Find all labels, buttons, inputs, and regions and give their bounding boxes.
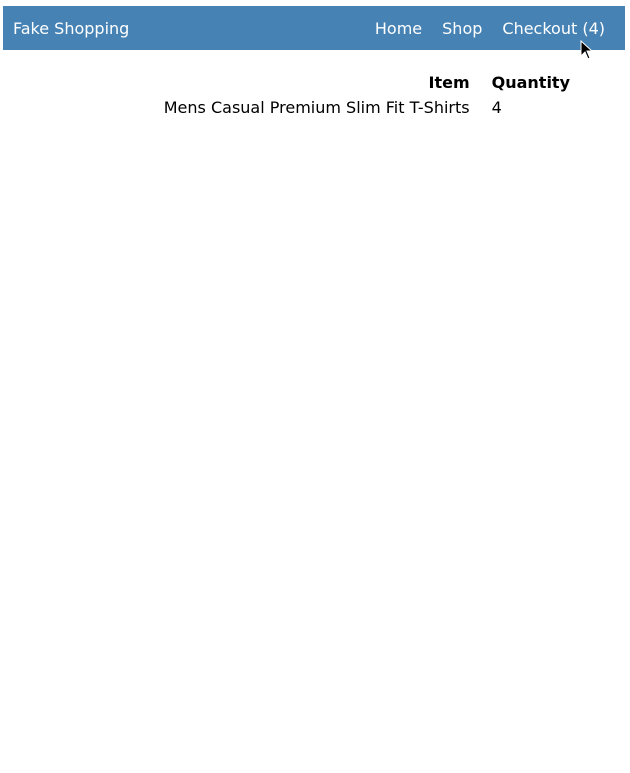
nav-checkout-link[interactable]: Checkout (4) [502,19,605,38]
cart-table-header: Item Quantity [164,70,570,95]
cart-table-body: Mens Casual Premium Slim Fit T-Shirts 4 [164,95,570,120]
cart-item-name: Mens Casual Premium Slim Fit T-Shirts [163,98,470,117]
item-column-header: Item [428,73,470,92]
brand-link[interactable]: Fake Shopping [13,19,129,38]
main-nav: Home Shop Checkout (4) [375,19,605,38]
cart-item-quantity: 4 [491,98,502,117]
nav-home-link[interactable]: Home [375,19,422,38]
table-header-row: Item Quantity [164,70,570,95]
cart-table: Item Quantity Mens Casual Premium Slim F… [164,70,570,120]
nav-shop-link[interactable]: Shop [442,19,482,38]
top-navbar: Fake Shopping Home Shop Checkout (4) [3,6,625,50]
quantity-column-header: Quantity [491,73,570,92]
table-row: Mens Casual Premium Slim Fit T-Shirts 4 [164,95,570,120]
